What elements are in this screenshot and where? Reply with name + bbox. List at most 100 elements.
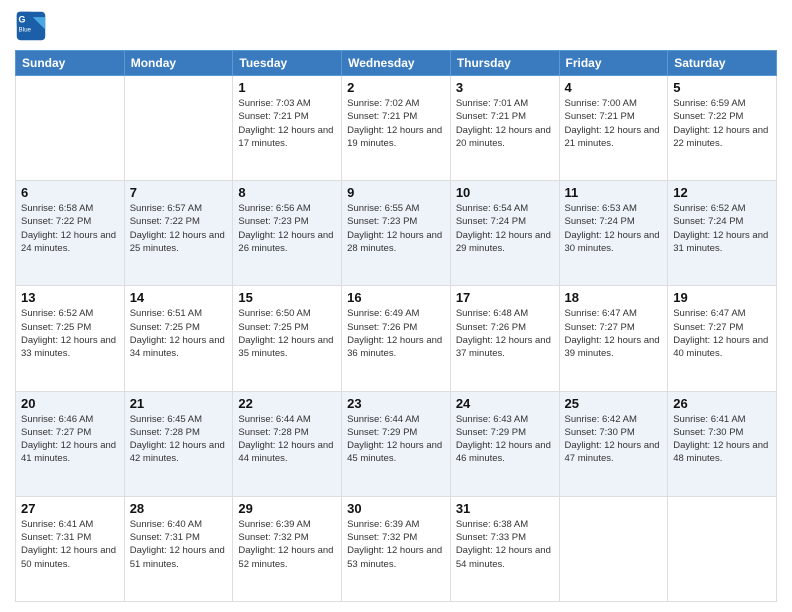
day-detail: Sunrise: 6:40 AMSunset: 7:31 PMDaylight:… bbox=[130, 518, 228, 571]
calendar-day-5: 5 Sunrise: 6:59 AMSunset: 7:22 PMDaylight… bbox=[668, 76, 777, 181]
calendar-day-16: 16 Sunrise: 6:49 AMSunset: 7:26 PMDayligh… bbox=[342, 286, 451, 391]
day-number: 24 bbox=[456, 396, 554, 411]
day-number: 22 bbox=[238, 396, 336, 411]
day-number: 11 bbox=[565, 185, 663, 200]
day-detail: Sunrise: 7:01 AMSunset: 7:21 PMDaylight:… bbox=[456, 97, 554, 150]
day-detail: Sunrise: 6:47 AMSunset: 7:27 PMDaylight:… bbox=[565, 307, 663, 360]
day-number: 1 bbox=[238, 80, 336, 95]
weekday-header-saturday: Saturday bbox=[668, 51, 777, 76]
day-detail: Sunrise: 6:51 AMSunset: 7:25 PMDaylight:… bbox=[130, 307, 228, 360]
day-number: 15 bbox=[238, 290, 336, 305]
logo: G Blue bbox=[15, 10, 51, 42]
day-number: 12 bbox=[673, 185, 771, 200]
logo-icon: G Blue bbox=[15, 10, 47, 42]
day-number: 17 bbox=[456, 290, 554, 305]
day-detail: Sunrise: 6:57 AMSunset: 7:22 PMDaylight:… bbox=[130, 202, 228, 255]
day-detail: Sunrise: 6:46 AMSunset: 7:27 PMDaylight:… bbox=[21, 413, 119, 466]
calendar-day-31: 31 Sunrise: 6:38 AMSunset: 7:33 PMDayligh… bbox=[450, 496, 559, 601]
calendar-day-22: 22 Sunrise: 6:44 AMSunset: 7:28 PMDayligh… bbox=[233, 391, 342, 496]
day-detail: Sunrise: 6:45 AMSunset: 7:28 PMDaylight:… bbox=[130, 413, 228, 466]
day-number: 31 bbox=[456, 501, 554, 516]
weekday-header-friday: Friday bbox=[559, 51, 668, 76]
day-detail: Sunrise: 6:41 AMSunset: 7:30 PMDaylight:… bbox=[673, 413, 771, 466]
calendar-day-23: 23 Sunrise: 6:44 AMSunset: 7:29 PMDayligh… bbox=[342, 391, 451, 496]
calendar-day-10: 10 Sunrise: 6:54 AMSunset: 7:24 PMDayligh… bbox=[450, 181, 559, 286]
day-number: 5 bbox=[673, 80, 771, 95]
calendar-day-9: 9 Sunrise: 6:55 AMSunset: 7:23 PMDaylight… bbox=[342, 181, 451, 286]
day-number: 6 bbox=[21, 185, 119, 200]
calendar-day-19: 19Sunrise: 6:47 AMSunset: 7:27 PMDayligh… bbox=[668, 286, 777, 391]
day-number: 28 bbox=[130, 501, 228, 516]
svg-text:Blue: Blue bbox=[19, 26, 32, 33]
calendar-day-30: 30 Sunrise: 6:39 AMSunset: 7:32 PMDayligh… bbox=[342, 496, 451, 601]
calendar-day-26: 26 Sunrise: 6:41 AMSunset: 7:30 PMDayligh… bbox=[668, 391, 777, 496]
calendar-day-25: 25 Sunrise: 6:42 AMSunset: 7:30 PMDayligh… bbox=[559, 391, 668, 496]
calendar-day-15: 15Sunrise: 6:50 AMSunset: 7:25 PMDayligh… bbox=[233, 286, 342, 391]
calendar-day-8: 8 Sunrise: 6:56 AMSunset: 7:23 PMDaylight… bbox=[233, 181, 342, 286]
day-number: 10 bbox=[456, 185, 554, 200]
day-number: 13 bbox=[21, 290, 119, 305]
weekday-header-wednesday: Wednesday bbox=[342, 51, 451, 76]
calendar-day-2: 2Sunrise: 7:02 AMSunset: 7:21 PMDaylight… bbox=[342, 76, 451, 181]
day-number: 21 bbox=[130, 396, 228, 411]
calendar-day-6: 6 Sunrise: 6:58 AMSunset: 7:22 PMDaylight… bbox=[16, 181, 125, 286]
day-number: 26 bbox=[673, 396, 771, 411]
calendar-empty-cell bbox=[559, 496, 668, 601]
day-number: 27 bbox=[21, 501, 119, 516]
calendar-day-20: 20 Sunrise: 6:46 AMSunset: 7:27 PMDayligh… bbox=[16, 391, 125, 496]
day-detail: Sunrise: 7:00 AMSunset: 7:21 PMDaylight:… bbox=[565, 97, 663, 150]
day-detail: Sunrise: 6:59 AMSunset: 7:22 PMDaylight:… bbox=[673, 97, 771, 150]
day-number: 18 bbox=[565, 290, 663, 305]
day-number: 14 bbox=[130, 290, 228, 305]
calendar-day-13: 13Sunrise: 6:52 AMSunset: 7:25 PMDayligh… bbox=[16, 286, 125, 391]
day-detail: Sunrise: 6:44 AMSunset: 7:28 PMDaylight:… bbox=[238, 413, 336, 466]
day-number: 2 bbox=[347, 80, 445, 95]
calendar-table: SundayMondayTuesdayWednesdayThursdayFrid… bbox=[15, 50, 777, 602]
calendar-day-11: 11 Sunrise: 6:53 AMSunset: 7:24 PMDayligh… bbox=[559, 181, 668, 286]
weekday-header-monday: Monday bbox=[124, 51, 233, 76]
day-number: 19 bbox=[673, 290, 771, 305]
calendar-empty-cell bbox=[124, 76, 233, 181]
calendar-week-row: 27 Sunrise: 6:41 AMSunset: 7:31 PMDayligh… bbox=[16, 496, 777, 601]
day-detail: Sunrise: 6:41 AMSunset: 7:31 PMDaylight:… bbox=[21, 518, 119, 571]
calendar-day-17: 17Sunrise: 6:48 AMSunset: 7:26 PMDayligh… bbox=[450, 286, 559, 391]
calendar-day-4: 4 Sunrise: 7:00 AMSunset: 7:21 PMDaylight… bbox=[559, 76, 668, 181]
day-detail: Sunrise: 7:03 AMSunset: 7:21 PMDaylight:… bbox=[238, 97, 336, 150]
day-detail: Sunrise: 6:38 AMSunset: 7:33 PMDaylight:… bbox=[456, 518, 554, 571]
day-number: 25 bbox=[565, 396, 663, 411]
day-number: 16 bbox=[347, 290, 445, 305]
day-number: 23 bbox=[347, 396, 445, 411]
day-number: 8 bbox=[238, 185, 336, 200]
calendar-week-row: 20 Sunrise: 6:46 AMSunset: 7:27 PMDayligh… bbox=[16, 391, 777, 496]
calendar-day-29: 29 Sunrise: 6:39 AMSunset: 7:32 PMDayligh… bbox=[233, 496, 342, 601]
day-detail: Sunrise: 6:39 AMSunset: 7:32 PMDaylight:… bbox=[347, 518, 445, 571]
day-number: 29 bbox=[238, 501, 336, 516]
calendar-header-row: SundayMondayTuesdayWednesdayThursdayFrid… bbox=[16, 51, 777, 76]
calendar-day-1: 1 Sunrise: 7:03 AMSunset: 7:21 PMDaylight… bbox=[233, 76, 342, 181]
day-number: 4 bbox=[565, 80, 663, 95]
day-detail: Sunrise: 6:39 AMSunset: 7:32 PMDaylight:… bbox=[238, 518, 336, 571]
day-detail: Sunrise: 6:54 AMSunset: 7:24 PMDaylight:… bbox=[456, 202, 554, 255]
day-detail: Sunrise: 6:44 AMSunset: 7:29 PMDaylight:… bbox=[347, 413, 445, 466]
day-detail: Sunrise: 6:55 AMSunset: 7:23 PMDaylight:… bbox=[347, 202, 445, 255]
day-number: 7 bbox=[130, 185, 228, 200]
weekday-header-tuesday: Tuesday bbox=[233, 51, 342, 76]
day-detail: Sunrise: 6:56 AMSunset: 7:23 PMDaylight:… bbox=[238, 202, 336, 255]
day-number: 30 bbox=[347, 501, 445, 516]
day-detail: Sunrise: 6:49 AMSunset: 7:26 PMDaylight:… bbox=[347, 307, 445, 360]
day-detail: Sunrise: 6:43 AMSunset: 7:29 PMDaylight:… bbox=[456, 413, 554, 466]
day-detail: Sunrise: 6:42 AMSunset: 7:30 PMDaylight:… bbox=[565, 413, 663, 466]
day-detail: Sunrise: 6:53 AMSunset: 7:24 PMDaylight:… bbox=[565, 202, 663, 255]
calendar-day-21: 21 Sunrise: 6:45 AMSunset: 7:28 PMDayligh… bbox=[124, 391, 233, 496]
calendar-empty-cell bbox=[16, 76, 125, 181]
calendar-week-row: 6 Sunrise: 6:58 AMSunset: 7:22 PMDaylight… bbox=[16, 181, 777, 286]
calendar-day-24: 24 Sunrise: 6:43 AMSunset: 7:29 PMDayligh… bbox=[450, 391, 559, 496]
calendar-day-28: 28 Sunrise: 6:40 AMSunset: 7:31 PMDayligh… bbox=[124, 496, 233, 601]
weekday-header-sunday: Sunday bbox=[16, 51, 125, 76]
calendar-day-3: 3Sunrise: 7:01 AMSunset: 7:21 PMDaylight… bbox=[450, 76, 559, 181]
day-detail: Sunrise: 6:58 AMSunset: 7:22 PMDaylight:… bbox=[21, 202, 119, 255]
weekday-header-thursday: Thursday bbox=[450, 51, 559, 76]
calendar-week-row: 1 Sunrise: 7:03 AMSunset: 7:21 PMDaylight… bbox=[16, 76, 777, 181]
day-number: 9 bbox=[347, 185, 445, 200]
day-number: 20 bbox=[21, 396, 119, 411]
